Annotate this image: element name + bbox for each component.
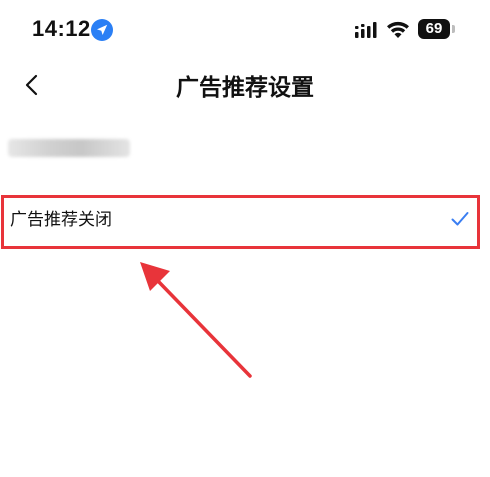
cellular-signal-icon: [355, 22, 377, 38]
status-bar: 14:12 69: [0, 0, 490, 60]
battery-cap: [452, 25, 455, 33]
checkmark-icon: [451, 212, 469, 226]
status-time: 14:12: [32, 16, 91, 41]
battery-level: 69: [418, 19, 450, 39]
battery-icon: 69: [418, 19, 456, 39]
page-title: 广告推荐设置: [176, 75, 314, 101]
blurred-section-header: [8, 139, 130, 157]
location-arrow-icon: [91, 19, 113, 41]
option-label: 广告推荐关闭: [10, 210, 112, 230]
option-ad-recommend-off[interactable]: 广告推荐关闭: [0, 194, 490, 249]
wifi-icon: [387, 21, 409, 38]
